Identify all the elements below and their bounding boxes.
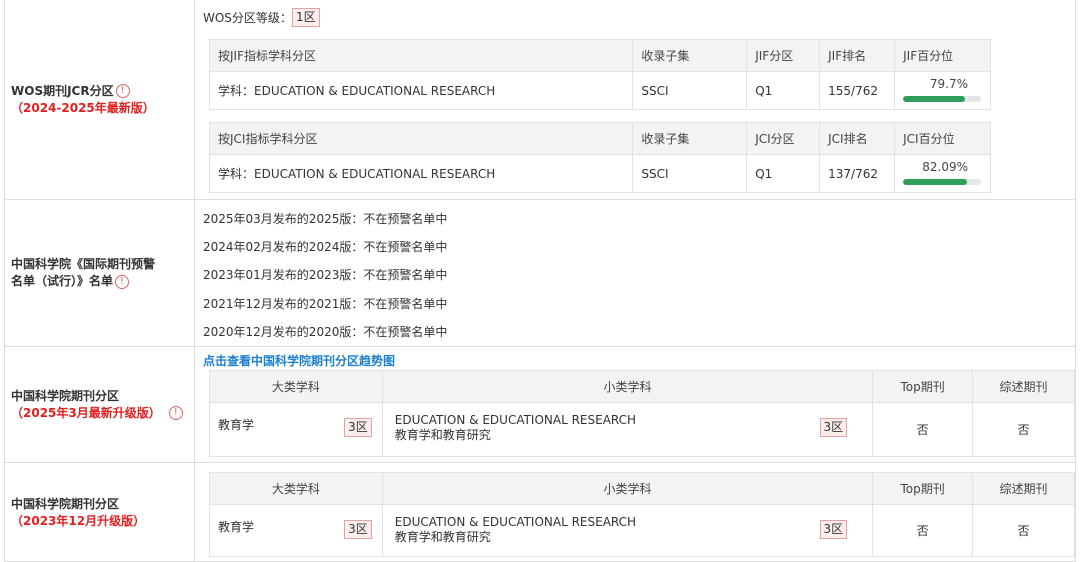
jif-header-percentile: JIF百分位 [894,39,991,72]
warning-row: 中国科学院《国际期刊预警 名单（试行）》名单! 2025年03月发布的2025版… [5,199,1075,346]
jcr-row: WOS期刊JCR分区! （2024-2025年最新版） WOS分区等级： 1区 … [5,0,1075,199]
jci-percentile-text: 82.09% [922,160,968,174]
jci-subject: 学科：EDUCATION & EDUCATIONAL RESEARCH [208,154,634,193]
cas2025-header-major: 大类学科 [209,370,383,403]
cas2025-label: 中国科学院期刊分区 （2025年3月最新升级版）! [5,347,195,462]
warning-item: 2021年12月发布的2021版：不在预警名单中 [203,297,448,311]
jif-table: 按JIF指标学科分区 收录子集 JIF分区 JIF排名 JIF百分位 学科：ED… [208,39,991,110]
wos-level: WOS分区等级： 1区 [203,8,320,27]
cas2025-minor-zone: 3区 [819,418,848,437]
jif-data-row: 学科：EDUCATION & EDUCATIONAL RESEARCH SSCI… [208,71,991,110]
cas2023-header-row: 大类学科 小类学科 Top期刊 综述期刊 [209,472,1075,505]
cas2025-label-version: （2025年3月最新升级版） [11,405,161,420]
wos-level-label: WOS分区等级： [203,11,292,25]
jci-header-subject: 按JCI指标学科分区 [208,122,634,155]
cas2023-minor-en: EDUCATION & EDUCATIONAL RESEARCH [394,515,637,529]
cas2023-label-version: （2023年12月升级版） [11,513,146,528]
jci-header-row: 按JCI指标学科分区 收录子集 JCI分区 JCI排名 JCI百分位 [208,122,991,155]
cas2025-data-row: 教育学 3区 EDUCATION & EDUCATIONAL RESEARCH … [209,402,1075,457]
cas2025-review: 否 [972,402,1075,457]
warning-item: 2020年12月发布的2020版：不在预警名单中 [203,325,448,339]
cas2025-major: 教育学 [218,418,255,432]
jif-rank: 155/762 [819,71,896,110]
cas2023-review: 否 [972,504,1075,557]
cas2025-major-zone: 3区 [344,418,372,437]
info-icon[interactable]: ! [115,84,130,98]
warning-label: 中国科学院《国际期刊预警 名单（试行）》名单! [5,200,195,346]
jci-percentile-fill [903,179,968,185]
cas2023-content: 大类学科 小类学科 Top期刊 综述期刊 教育学 3区 EDUCATION & … [203,463,1075,562]
cas2025-header-top: Top期刊 [872,370,974,403]
jci-percentile-bar [903,179,982,185]
jci-header-quartile: JCI分区 [746,122,821,155]
jci-rank: 137/762 [819,154,896,193]
jif-subject: 学科：EDUCATION & EDUCATIONAL RESEARCH [208,71,634,110]
cas2023-label-title: 中国科学院期刊分区 [11,496,120,511]
trend-chart-link[interactable]: 点击查看中国科学院期刊分区趋势图 [203,352,395,369]
jcr-content: WOS分区等级： 1区 按JIF指标学科分区 收录子集 JIF分区 JIF排名 … [203,0,1075,199]
cas2023-major: 教育学 [218,520,255,534]
jif-quartile: Q1 [746,71,821,110]
jci-header-percentile: JCI百分位 [894,122,991,155]
cas2025-header-review: 综述期刊 [972,370,1075,403]
cas2023-minor-cn: 教育学和教育研究 [394,530,491,544]
warning-label-line1: 中国科学院《国际期刊预警 [11,257,156,271]
cas2023-data-row: 教育学 3区 EDUCATION & EDUCATIONAL RESEARCH … [209,504,1075,557]
jcr-label-version: （2024-2025年最新版） [11,100,155,115]
jif-percentile-text: 79.7% [929,77,968,91]
warning-item: 2023年01月发布的2023版：不在预警名单中 [203,268,448,282]
cas2025-header-row: 大类学科 小类学科 Top期刊 综述期刊 [209,370,1075,403]
jif-header-subject: 按JIF指标学科分区 [208,39,634,72]
cas2025-minor-cell: EDUCATION & EDUCATIONAL RESEARCH 教育学和教育研… [381,402,874,457]
jci-table: 按JCI指标学科分区 收录子集 JCI分区 JCI排名 JCI百分位 学科：ED… [208,122,991,193]
cas2025-minor-en: EDUCATION & EDUCATIONAL RESEARCH [394,413,637,427]
warning-item: 2024年02月发布的2024版：不在预警名单中 [203,240,448,254]
jif-percentile-bar [903,96,982,102]
cas2023-row: 中国科学院期刊分区 （2023年12月升级版） 大类学科 小类学科 Top期刊 … [5,462,1075,562]
cas2025-major-cell: 教育学 3区 [209,402,383,457]
cas2023-major-cell: 教育学 3区 [209,504,383,557]
jci-header-rank: JCI排名 [819,122,896,155]
jif-header-rank: JIF排名 [819,39,896,72]
cas2023-header-minor: 小类学科 [381,472,874,505]
jcr-label: WOS期刊JCR分区! （2024-2025年最新版） [5,0,195,199]
jci-percentile-cell: 82.09% [894,154,991,193]
cas2023-label: 中国科学院期刊分区 （2023年12月升级版） [5,463,195,562]
jcr-label-title: WOS期刊JCR分区 [11,83,114,98]
jif-header-row: 按JIF指标学科分区 收录子集 JIF分区 JIF排名 JIF百分位 [208,39,991,72]
cas2023-minor-zone: 3区 [819,520,848,539]
cas2025-row: 中国科学院期刊分区 （2025年3月最新升级版）! 点击查看中国科学院期刊分区趋… [5,346,1075,462]
jci-quartile: Q1 [746,154,821,193]
info-icon[interactable]: ! [168,406,183,420]
cas2023-header-major: 大类学科 [209,472,383,505]
cas2025-table: 大类学科 小类学科 Top期刊 综述期刊 教育学 3区 EDUCATION & … [209,370,1075,457]
cas2025-header-minor: 小类学科 [381,370,874,403]
wos-level-badge: 1区 [291,8,320,27]
jci-subset: SSCI [632,154,748,193]
cas2023-major-zone: 3区 [344,520,372,539]
warning-item: 2025年03月发布的2025版：不在预警名单中 [203,212,448,226]
jif-header-quartile: JIF分区 [746,39,821,72]
journal-info-table: WOS期刊JCR分区! （2024-2025年最新版） WOS分区等级： 1区 … [4,0,1076,562]
jif-percentile-fill [903,96,966,102]
cas2023-table: 大类学科 小类学科 Top期刊 综述期刊 教育学 3区 EDUCATION & … [209,472,1075,557]
jci-header-subset: 收录子集 [632,122,748,155]
cas2023-header-review: 综述期刊 [972,472,1075,505]
cas2025-label-title: 中国科学院期刊分区 [11,388,120,403]
jif-percentile-cell: 79.7% [894,71,991,110]
warning-label-line2: 名单（试行）》名单 [11,274,114,288]
jif-header-subset: 收录子集 [632,39,748,72]
cas2023-top: 否 [872,504,974,557]
warning-content: 2025年03月发布的2025版：不在预警名单中 2024年02月发布的2024… [203,200,1075,346]
cas2025-content: 点击查看中国科学院期刊分区趋势图 大类学科 小类学科 Top期刊 综述期刊 教育… [203,347,1075,462]
cas2025-top: 否 [872,402,974,457]
cas2025-minor-cn: 教育学和教育研究 [394,428,491,442]
cas2023-minor-cell: EDUCATION & EDUCATIONAL RESEARCH 教育学和教育研… [381,504,874,557]
jif-subset: SSCI [632,71,748,110]
info-icon[interactable]: ! [115,274,130,289]
cas2023-header-top: Top期刊 [872,472,974,505]
jci-data-row: 学科：EDUCATION & EDUCATIONAL RESEARCH SSCI… [208,154,991,193]
